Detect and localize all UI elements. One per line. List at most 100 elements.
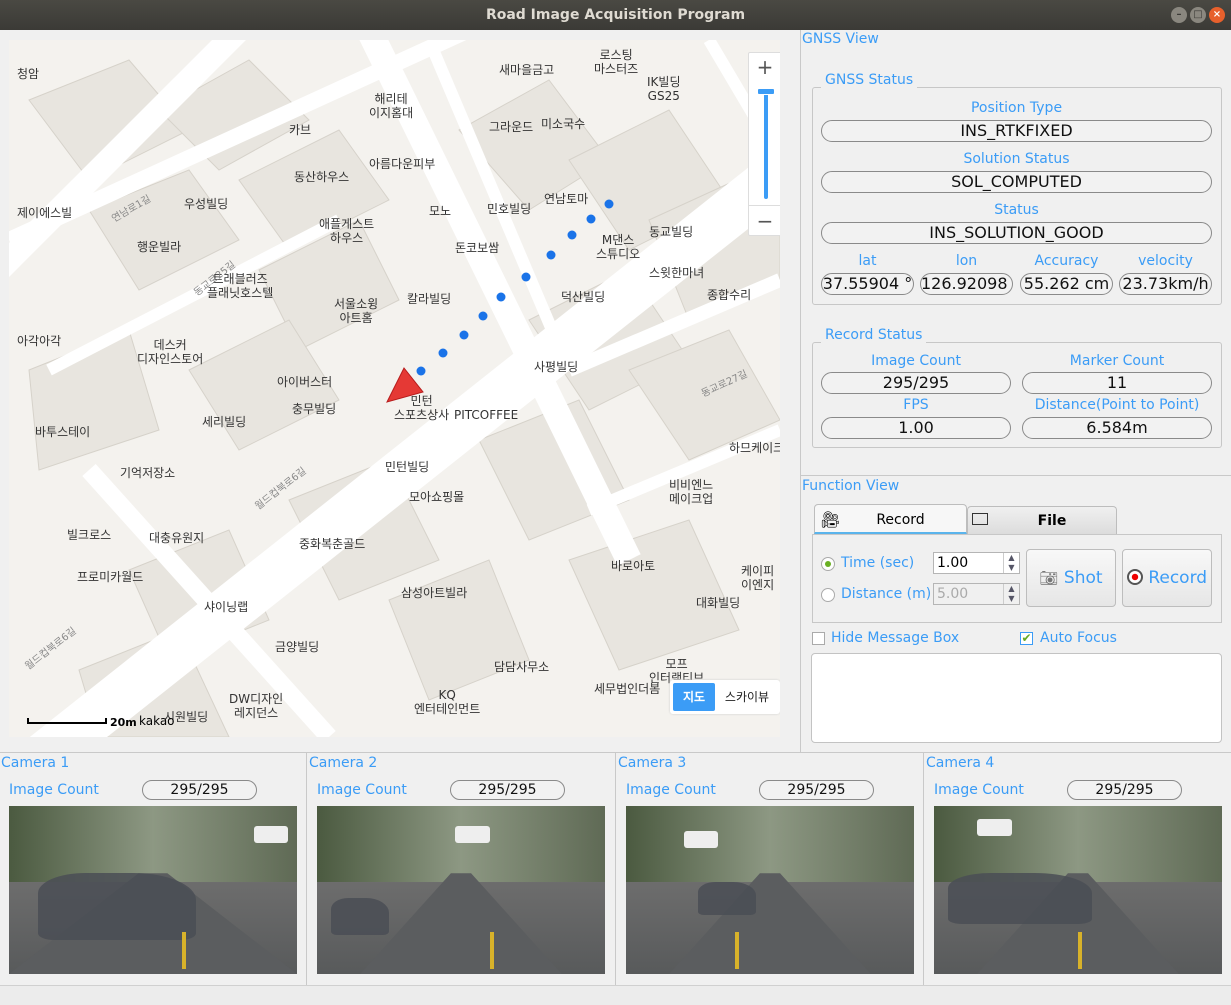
camera-image[interactable] — [626, 806, 914, 974]
map-place-label[interactable]: 아름다운피부 — [369, 157, 435, 171]
map-place-label[interactable]: 로스팅 마스터즈 — [594, 48, 638, 76]
camera-image[interactable] — [934, 806, 1222, 974]
map-place-label[interactable]: 대충유원지 — [149, 531, 204, 545]
status-bar — [0, 985, 1231, 1005]
map-place-label[interactable]: 덕산빌딩 — [561, 290, 605, 304]
map-place-label[interactable]: 해리테 이지홈대 — [369, 92, 413, 120]
map-place-label[interactable]: IK빌딩 GS25 — [647, 75, 681, 103]
map-place-label[interactable]: 새마을금고 — [499, 63, 554, 77]
map-place-label[interactable]: DW디자인 레지던스 — [229, 692, 283, 720]
map-view[interactable]: 청암해리테 이지홈대 새마을금고 로스팅 마스터즈 IK빌딩 GS25 카브 그라운드 미소… — [9, 40, 780, 737]
tab-file[interactable]: File — [967, 506, 1117, 534]
position-type-value: INS_RTKFIXED — [821, 120, 1212, 142]
auto-focus-label: Auto Focus — [1040, 630, 1117, 646]
zoom-slider-handle[interactable] — [757, 88, 775, 95]
map-place-label[interactable]: 대화빌딩 — [696, 596, 740, 610]
map-place-label[interactable]: 애플게스트 하우스 — [319, 217, 374, 245]
map-place-label[interactable]: 민턴 스포츠상사 — [394, 394, 449, 422]
map-place-label[interactable]: 미소국수 — [541, 117, 585, 131]
record-button[interactable]: Record — [1122, 549, 1212, 607]
maximize-button[interactable]: □ — [1190, 7, 1206, 23]
map-place-label[interactable]: 삼성아트빌라 — [401, 586, 467, 600]
map-place-label[interactable]: 담담사무소 — [494, 660, 549, 674]
distance-label: Distance(Point to Point) — [1034, 397, 1200, 413]
map-place-label[interactable]: 세리빌딩 — [202, 415, 246, 429]
map-place-label[interactable]: M댄스 스튜디오 — [596, 233, 640, 261]
map-place-label[interactable]: 모아쇼핑몰 — [409, 490, 464, 504]
message-box[interactable] — [811, 653, 1222, 743]
map-place-label[interactable]: 하므케이크 — [729, 441, 780, 455]
zoom-out-button[interactable]: − — [749, 207, 780, 235]
map-place-label[interactable]: 동산하우스 — [294, 170, 349, 184]
map-type-toggle: 지도 스카이뷰 — [670, 680, 780, 714]
track-point — [496, 292, 506, 302]
distance-interval-input[interactable]: 5.00 ▲ ▼ — [933, 583, 1020, 605]
map-place-label[interactable]: 칼라빌딩 — [407, 292, 451, 306]
map-place-label[interactable]: 빌크로스 — [67, 528, 111, 542]
map-place-label[interactable]: 카브 — [289, 123, 311, 137]
map-place-label[interactable]: 민호빌딩 — [487, 202, 531, 216]
map-place-label[interactable]: 아각아각 — [17, 334, 61, 348]
map-place-label[interactable]: 사평빌딩 — [534, 360, 578, 374]
map-place-label[interactable]: 청암 — [17, 67, 39, 81]
map-place-label[interactable]: 제이에스빌 — [17, 206, 72, 220]
map-place-label[interactable]: 바투스테이 — [35, 425, 90, 439]
position-type-label: Position Type — [970, 100, 1063, 116]
map-type-skyview-button[interactable]: 스카이뷰 — [718, 683, 776, 711]
track-point — [478, 311, 488, 321]
hide-message-box-checkbox[interactable] — [812, 632, 825, 645]
map-place-label[interactable]: 케이피 이엔지 — [741, 564, 774, 592]
marker-count-value: 11 — [1022, 372, 1212, 394]
map-place-label[interactable]: 그라운드 — [489, 120, 533, 134]
map-place-label[interactable]: 행운빌라 — [137, 240, 181, 254]
map-place-label[interactable]: KQ 엔터테인먼트 — [414, 688, 480, 716]
map-place-label[interactable]: 모노 — [429, 204, 451, 218]
map-place-label[interactable]: 돈코보쌈 — [455, 241, 499, 255]
distance-spinner-arrows[interactable]: ▲ ▼ — [1003, 584, 1019, 604]
time-interval-input[interactable]: 1.00 ▲ ▼ — [933, 552, 1020, 574]
track-point — [521, 272, 531, 282]
auto-focus-checkbox[interactable]: ✔ — [1020, 632, 1033, 645]
distance-value: 6.584m — [1022, 417, 1212, 439]
distance-radio[interactable] — [821, 588, 835, 602]
track-point — [586, 214, 596, 224]
map-place-label[interactable]: 기억저장소 — [120, 466, 175, 480]
map-place-label[interactable]: 충무빌딩 — [292, 402, 336, 416]
track-point — [567, 230, 577, 240]
lat-value: 37.55904 ° — [821, 273, 914, 295]
map-place-label[interactable]: 금양빌딩 — [275, 640, 319, 654]
map-place-label[interactable]: 연남토마 — [544, 192, 588, 206]
map-place-label[interactable]: 세무법인더봄 — [594, 682, 660, 696]
folder-icon — [972, 513, 988, 525]
map-place-label[interactable]: 종합수리 — [707, 288, 751, 302]
tab-record[interactable]: 🎥︎ Record — [814, 504, 967, 534]
map-type-map-button[interactable]: 지도 — [673, 683, 715, 711]
camera-icon: 📷︎ — [1039, 569, 1059, 587]
map-place-label[interactable]: 아이버스터 — [277, 375, 332, 389]
camera-image[interactable] — [317, 806, 605, 974]
map-place-label[interactable]: 비비엔느 메이크업 — [669, 478, 713, 506]
map-place-label[interactable]: 서울소윙 아트홈 — [334, 297, 378, 325]
map-place-label[interactable]: 프로미카월드 — [77, 570, 143, 584]
time-radio[interactable] — [821, 557, 835, 571]
zoom-slider-track[interactable] — [764, 91, 768, 199]
time-spinner-arrows[interactable]: ▲ ▼ — [1003, 553, 1019, 573]
lat-label: lat — [858, 253, 877, 269]
map-place-label[interactable]: PITCOFFEE — [454, 408, 518, 422]
map-place-label[interactable]: 샤이닝랩 — [204, 600, 248, 614]
map-place-label[interactable]: 우성빌딩 — [184, 197, 228, 211]
shot-button[interactable]: 📷︎ Shot — [1026, 549, 1116, 607]
map-place-label[interactable]: 민턴빌딩 — [385, 460, 429, 474]
camera-panel-2: Camera 2 Image Count 295/295 — [308, 753, 614, 985]
close-button[interactable]: × — [1209, 7, 1225, 23]
map-place-label[interactable]: 동교빌딩 — [649, 225, 693, 239]
zoom-in-button[interactable]: + — [749, 53, 780, 81]
map-place-label[interactable]: 데스커 디자인스토어 — [137, 338, 203, 366]
camera-image-count-label: Image Count — [9, 782, 99, 798]
marker-count-label: Marker Count — [1069, 353, 1165, 369]
map-place-label[interactable]: 바로아토 — [611, 559, 655, 573]
camera-image[interactable] — [9, 806, 297, 974]
map-place-label[interactable]: 중화복춘골드 — [299, 537, 365, 551]
map-place-label[interactable]: 스윗한마녀 — [649, 266, 704, 280]
minimize-button[interactable]: – — [1171, 7, 1187, 23]
